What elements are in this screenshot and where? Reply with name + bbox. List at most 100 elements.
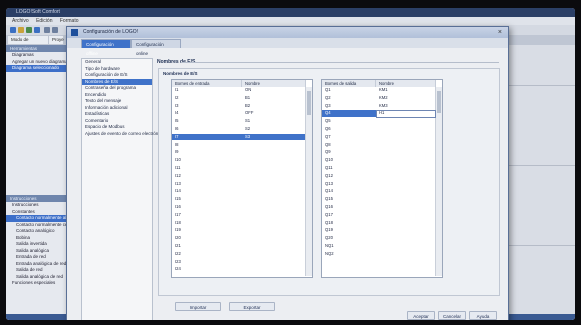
- column-header-bornes-salida[interactable]: Bornes de salida: [322, 80, 376, 87]
- tree-item-funciones-especiales[interactable]: Funciones especiales: [6, 280, 72, 287]
- table-row[interactable]: I1 ON: [172, 87, 305, 94]
- table-row[interactable]: Q2 KM2: [322, 95, 435, 102]
- config-content: Nombres de E/S Nombres de E/S Bornes de …: [155, 58, 503, 320]
- table-row[interactable]: I7 S3: [172, 133, 305, 141]
- table-row[interactable]: I6 S2: [172, 126, 305, 133]
- new-file-icon[interactable]: [10, 27, 16, 33]
- app-title: LOGO!Soft Comfort: [16, 9, 60, 15]
- terminal-cell: Q3: [325, 102, 331, 108]
- table-row[interactable]: I2 B1: [172, 95, 305, 102]
- table-row[interactable]: I18: [172, 220, 305, 227]
- help-button[interactable]: Ayuda: [469, 311, 497, 320]
- tab-configuracion-online[interactable]: Configuración online: [131, 39, 181, 56]
- copy-icon[interactable]: [52, 27, 58, 33]
- table-row[interactable]: I8: [172, 142, 305, 149]
- table-row[interactable]: I23: [172, 259, 305, 266]
- terminal-cell: Q1: [325, 87, 331, 92]
- nav-item-evento-correo[interactable]: Ajustes de evento de correo electrónico: [82, 131, 164, 138]
- table-row[interactable]: Q16: [322, 204, 435, 211]
- table-row[interactable]: I4 OFF: [172, 110, 305, 117]
- scrollbar-thumb[interactable]: [437, 91, 441, 113]
- name-cell[interactable]: B1: [245, 95, 250, 102]
- column-header-bornes-entrada[interactable]: Bornes de entrada: [172, 80, 242, 87]
- menu-formato[interactable]: Formato: [60, 18, 79, 24]
- app-menu-bar: Archivo Edición Formato: [6, 17, 575, 25]
- menu-archivo[interactable]: Archivo: [12, 18, 29, 24]
- print-icon[interactable]: [34, 27, 40, 33]
- outputs-table[interactable]: Bornes de salida Nombre Q1 KM1 Q2 KM2 Q3 KM3 Q…: [321, 79, 443, 278]
- table-row[interactable]: I24: [172, 266, 305, 273]
- name-edit-field[interactable]: [376, 110, 436, 119]
- inputs-table[interactable]: Bornes de entrada Nombre I1 ON I2 B1 I3 B2 I4 O…: [171, 79, 313, 278]
- table-row[interactable]: Q11: [322, 165, 435, 172]
- table-row[interactable]: Q13: [322, 181, 435, 188]
- table-row[interactable]: I10: [172, 157, 305, 164]
- table-row[interactable]: I19: [172, 227, 305, 234]
- table-row[interactable]: Q4 H1: [322, 110, 436, 119]
- table-row[interactable]: I11: [172, 165, 305, 172]
- logo-config-dialog: Configuración de LOGO! × Configuración o…: [66, 26, 509, 320]
- table-row[interactable]: I16: [172, 204, 305, 211]
- table-row[interactable]: Q6: [322, 126, 435, 133]
- name-cell[interactable]: S2: [245, 126, 250, 133]
- table-row[interactable]: NQ2: [322, 251, 435, 258]
- table-row[interactable]: Q20: [322, 235, 435, 242]
- name-cell[interactable]: ON: [245, 87, 251, 94]
- tab-configuracion-offline[interactable]: Configuración offline: [81, 39, 131, 56]
- name-cell[interactable]: KM2: [379, 95, 388, 102]
- table-row[interactable]: Q12: [322, 173, 435, 180]
- cut-icon[interactable]: [44, 27, 50, 33]
- table-row[interactable]: I12: [172, 173, 305, 180]
- table-row[interactable]: I17: [172, 212, 305, 219]
- table-row[interactable]: Q5: [322, 118, 435, 125]
- inputs-scrollbar[interactable]: [305, 87, 312, 276]
- column-header-nombre[interactable]: Nombre: [376, 80, 436, 87]
- table-row[interactable]: Q8: [322, 142, 435, 149]
- open-folder-icon[interactable]: [18, 27, 24, 33]
- close-icon[interactable]: ×: [498, 27, 502, 38]
- accept-button[interactable]: Aceptar: [407, 311, 435, 320]
- table-row[interactable]: I21: [172, 243, 305, 250]
- name-cell[interactable]: OFF: [245, 110, 253, 117]
- save-icon[interactable]: [26, 27, 32, 33]
- table-row[interactable]: NQ1: [322, 243, 435, 250]
- name-cell[interactable]: S1: [245, 118, 250, 125]
- table-row[interactable]: I3 B2: [172, 103, 305, 110]
- terminal-cell: Q9: [325, 149, 331, 155]
- name-cell[interactable]: H1: [379, 110, 384, 117]
- tab-proyecto[interactable]: Proye: [49, 36, 64, 44]
- table-row[interactable]: I22: [172, 251, 305, 258]
- table-row[interactable]: Q19: [322, 227, 435, 234]
- table-row[interactable]: I15: [172, 196, 305, 203]
- table-row[interactable]: I5 S1: [172, 118, 305, 125]
- table-row[interactable]: Q1 KM1: [322, 87, 435, 94]
- tab-modo-diagrama[interactable]: Modo de diagrama: [8, 36, 48, 50]
- menu-edicion[interactable]: Edición: [36, 18, 52, 24]
- table-row[interactable]: I9: [172, 149, 305, 156]
- table-row[interactable]: Q17: [322, 212, 435, 219]
- scrollbar-thumb[interactable]: [307, 91, 311, 115]
- table-row[interactable]: I14: [172, 188, 305, 195]
- name-cell[interactable]: S3: [245, 134, 250, 141]
- table-row[interactable]: I13: [172, 181, 305, 188]
- import-button[interactable]: Importar: [175, 302, 221, 311]
- tree-item-diagrama-seleccionado[interactable]: Diagrama seleccionado: [6, 65, 72, 72]
- name-cell[interactable]: KM3: [379, 103, 388, 110]
- terminal-cell: I11: [175, 165, 181, 170]
- name-cell[interactable]: B2: [245, 103, 250, 110]
- tree-item-contacto-na[interactable]: Contacto normalmente abierto: [6, 215, 72, 222]
- column-header-nombre[interactable]: Nombre: [242, 80, 306, 87]
- terminal-cell: I6: [175, 126, 179, 131]
- table-row[interactable]: Q10: [322, 157, 435, 164]
- table-row[interactable]: Q9: [322, 149, 435, 156]
- table-row[interactable]: I20: [172, 235, 305, 242]
- cancel-button[interactable]: Cancelar: [438, 311, 466, 320]
- outputs-scrollbar[interactable]: [435, 87, 442, 276]
- table-row[interactable]: Q7: [322, 134, 435, 141]
- name-cell[interactable]: KM1: [379, 87, 388, 94]
- export-button[interactable]: Exportar: [229, 302, 275, 311]
- table-row[interactable]: Q14: [322, 188, 435, 195]
- table-row[interactable]: Q15: [322, 196, 435, 203]
- table-row[interactable]: Q3 KM3: [322, 103, 435, 110]
- table-row[interactable]: Q18: [322, 220, 435, 227]
